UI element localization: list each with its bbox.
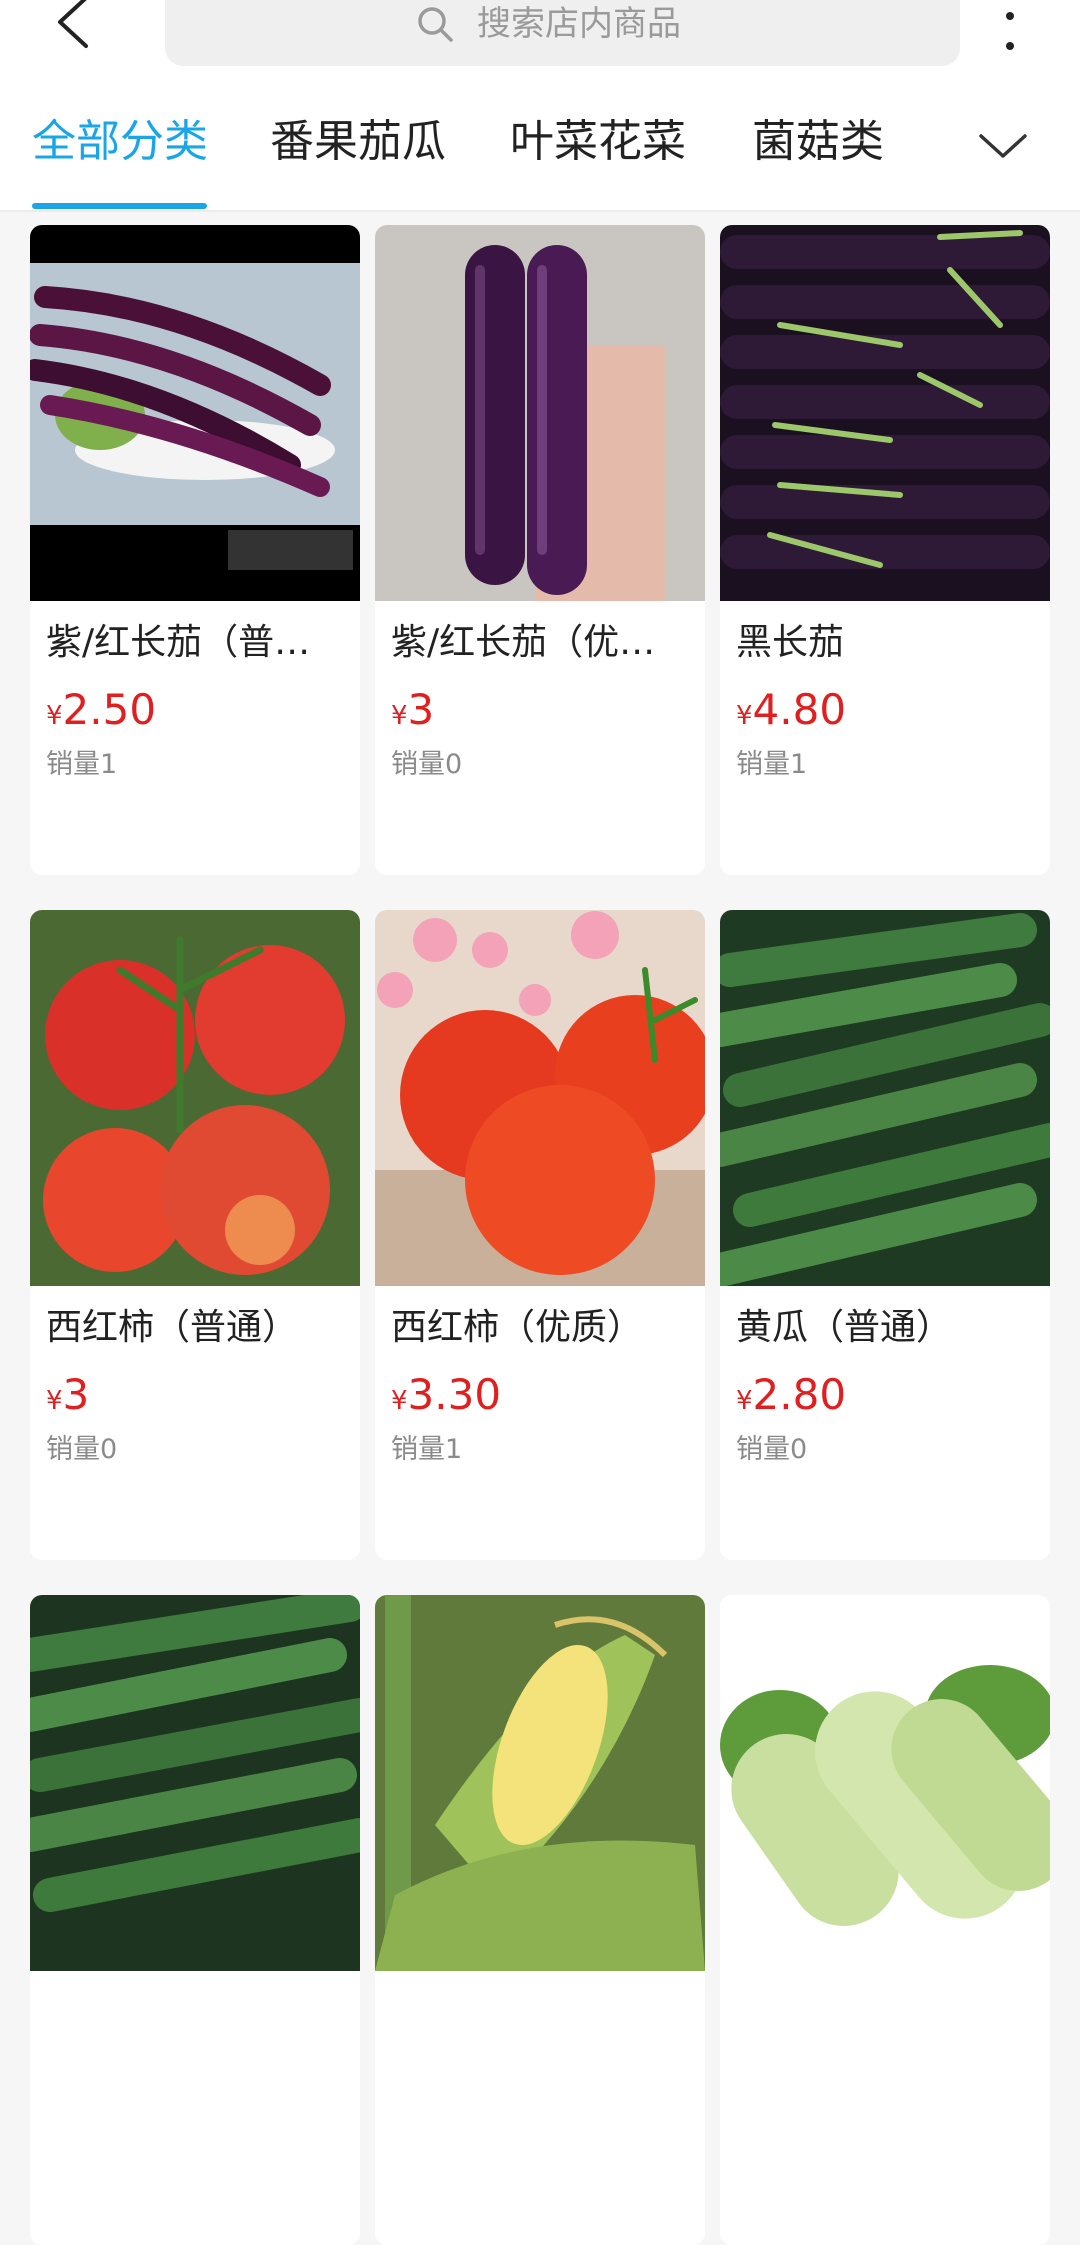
product-sales: 销量0 [391, 749, 463, 780]
product-price: ¥2.50 [46, 685, 157, 734]
tomato-vine-photo [30, 910, 360, 1286]
product-title: 黑长茄 [736, 622, 845, 663]
expand-categories-button[interactable] [975, 126, 1031, 166]
product-card[interactable] [720, 1595, 1050, 2245]
product-card[interactable]: 西红柿（优质） ¥3.30 销量1 [375, 910, 705, 1560]
product-card[interactable] [30, 1595, 360, 2245]
tomato-flowers-photo [375, 910, 705, 1286]
active-tab-indicator [32, 203, 207, 209]
product-card[interactable]: 紫/红长茄（普通） ¥2.50 销量1 [30, 225, 360, 875]
product-card[interactable]: 西红柿（普通） ¥3 销量0 [30, 910, 360, 1560]
cucumber-photo [720, 910, 1050, 1286]
product-price: ¥3.30 [391, 1370, 502, 1419]
search-icon [418, 7, 453, 42]
back-button[interactable] [48, 0, 108, 62]
tab-fruit-vegetables[interactable]: 番果茄瓜 [270, 120, 446, 164]
product-title: 西红柿（普通） [46, 1307, 299, 1348]
product-title: 紫/红长茄（普通） [46, 622, 346, 663]
more-dot-icon [1006, 42, 1014, 50]
product-card[interactable] [375, 1595, 705, 2245]
product-card[interactable]: 黑长茄 ¥4.80 销量1 [720, 225, 1050, 875]
search-placeholder: 搜索店内商品 [477, 4, 681, 44]
chevron-left-icon [58, 0, 88, 48]
tab-mushrooms[interactable]: 菌菇类 [752, 120, 884, 164]
corn-photo [375, 1595, 705, 1971]
top-bar: 搜索店内商品 [0, 0, 1080, 70]
product-price: ¥3 [391, 685, 435, 734]
more-dot-icon [1006, 12, 1014, 20]
tab-leafy-vegetables[interactable]: 叶菜花菜 [510, 120, 686, 164]
search-input[interactable]: 搜索店内商品 [165, 0, 960, 66]
product-sales: 销量1 [736, 749, 808, 780]
product-title: 黄瓜（普通） [736, 1307, 953, 1348]
chevron-down-icon [979, 134, 1027, 158]
zucchini-photo [720, 1595, 1050, 1971]
product-sales: 销量1 [391, 1434, 463, 1465]
product-sales: 销量1 [46, 749, 118, 780]
product-title: 西红柿（优质） [391, 1307, 644, 1348]
purple-red-long-eggplant-photo [30, 225, 360, 601]
product-price: ¥2.80 [736, 1370, 847, 1419]
product-sales: 销量0 [46, 1434, 118, 1465]
tab-all-categories[interactable]: 全部分类 [32, 120, 208, 164]
category-tabs: 全部分类 番果茄瓜 叶菜花菜 菌菇类 [0, 70, 1080, 212]
product-title: 紫/红长茄（优质） [391, 622, 691, 663]
cucumber-photo-2 [30, 1595, 360, 1971]
product-price: ¥3 [46, 1370, 90, 1419]
more-options-button[interactable] [990, 8, 1030, 58]
black-long-eggplant-photo [720, 225, 1050, 601]
product-price: ¥4.80 [736, 685, 847, 734]
product-card[interactable]: 黄瓜（普通） ¥2.80 销量0 [720, 910, 1050, 1560]
product-sales: 销量0 [736, 1434, 808, 1465]
product-card[interactable]: 紫/红长茄（优质） ¥3 销量0 [375, 225, 705, 875]
purple-eggplant-hand-photo [375, 225, 705, 601]
